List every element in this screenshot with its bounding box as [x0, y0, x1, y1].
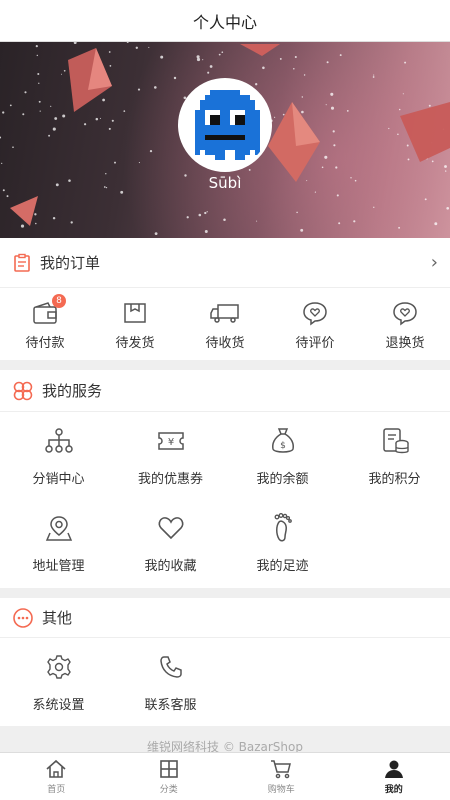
pending-payment-badge: 8 [52, 293, 66, 308]
order-pending-shipment[interactable]: 待发货 [90, 298, 180, 351]
clover-icon [13, 381, 33, 400]
service-label: 地址管理 [32, 559, 85, 574]
location-icon [45, 516, 72, 541]
other-title: 其他 [42, 609, 73, 627]
page-title: 个人中心 [192, 12, 257, 32]
service-points[interactable]: 我的积分 [341, 412, 448, 499]
service-coupons[interactable]: ¥ 我的优惠券 [117, 412, 224, 499]
heart-icon [158, 517, 183, 540]
service-label: 我的足迹 [256, 559, 309, 574]
order-label: 退换货 [385, 335, 425, 351]
home-icon [46, 759, 66, 778]
more-circle-icon [13, 607, 33, 628]
clipboard-icon [14, 253, 30, 272]
svg-text:$: $ [280, 441, 286, 451]
service-label: 我的收藏 [144, 559, 197, 574]
points-icon [382, 428, 409, 454]
ghost-avatar-icon [195, 90, 260, 160]
order-pending-payment[interactable]: 8 待付款 [0, 293, 90, 351]
service-footprints[interactable]: 我的足迹 [229, 499, 336, 586]
heart-chat-icon [303, 301, 327, 325]
box-icon [124, 302, 146, 323]
cart-icon [271, 760, 292, 779]
profile-banner: Sūbì [0, 42, 450, 238]
service-address-management[interactable]: 地址管理 [5, 499, 112, 586]
tab-mine[interactable]: 我的 [338, 753, 450, 800]
other-card: 其他 系统设置 联系客服 [0, 598, 450, 726]
org-chart-icon [44, 428, 73, 453]
chevron-right-icon: › [430, 252, 438, 273]
services-card: 我的服务 分销中心 ¥ 我的优惠券 $ 我的余额 我的积分 地址管理 我的收藏 … [0, 370, 450, 588]
tab-home[interactable]: 首页 [0, 753, 113, 800]
money-bag-icon: $ [271, 428, 294, 453]
order-pending-receipt[interactable]: 待收货 [180, 298, 270, 351]
user-icon [384, 760, 403, 778]
tab-label: 分类 [159, 785, 178, 795]
heart-chat-icon [393, 301, 417, 325]
order-pending-review[interactable]: 待评价 [270, 298, 360, 351]
service-label: 我的余额 [256, 472, 309, 487]
coupon-icon: ¥ [157, 432, 184, 450]
tab-label: 购物车 [267, 785, 295, 795]
services-title: 我的服务 [42, 382, 103, 400]
truck-icon [210, 303, 239, 323]
service-label: 分销中心 [32, 472, 85, 487]
service-balance[interactable]: $ 我的余额 [229, 412, 336, 499]
service-favorites[interactable]: 我的收藏 [117, 499, 224, 586]
avatar[interactable] [178, 78, 272, 172]
grid-icon [159, 760, 178, 778]
phone-icon [159, 656, 182, 678]
other-header: 其他 [0, 598, 450, 638]
order-return-exchange[interactable]: 退换货 [360, 298, 450, 351]
system-settings[interactable]: 系统设置 [5, 638, 112, 725]
order-label: 待收货 [205, 335, 245, 351]
tab-cart[interactable]: 购物车 [225, 753, 338, 800]
orders-header[interactable]: 我的订单 › [0, 238, 450, 288]
other-label: 系统设置 [32, 698, 85, 713]
top-bar: 个人中心 [0, 0, 450, 42]
order-label: 待付款 [25, 335, 65, 351]
service-label: 我的优惠券 [137, 472, 203, 487]
svg-text:¥: ¥ [167, 437, 173, 448]
footprint-icon [274, 513, 292, 542]
tab-label: 我的 [384, 785, 403, 795]
tab-category[interactable]: 分类 [113, 753, 226, 800]
other-label: 联系客服 [144, 698, 197, 713]
username: Sūbì [208, 174, 242, 192]
services-header: 我的服务 [0, 370, 450, 412]
service-distribution-center[interactable]: 分销中心 [5, 412, 112, 499]
gear-icon [46, 655, 71, 679]
tab-label: 首页 [47, 785, 66, 795]
order-label: 待评价 [295, 335, 335, 351]
contact-support[interactable]: 联系客服 [117, 638, 224, 725]
service-label: 我的积分 [368, 472, 421, 487]
orders-card: 我的订单 › 8 待付款 待发货 待收货 待评价 退换货 [0, 238, 450, 360]
orders-title: 我的订单 [40, 254, 101, 272]
order-label: 待发货 [115, 335, 155, 351]
bottom-tab-bar: 首页 分类 购物车 我的 [0, 752, 450, 800]
